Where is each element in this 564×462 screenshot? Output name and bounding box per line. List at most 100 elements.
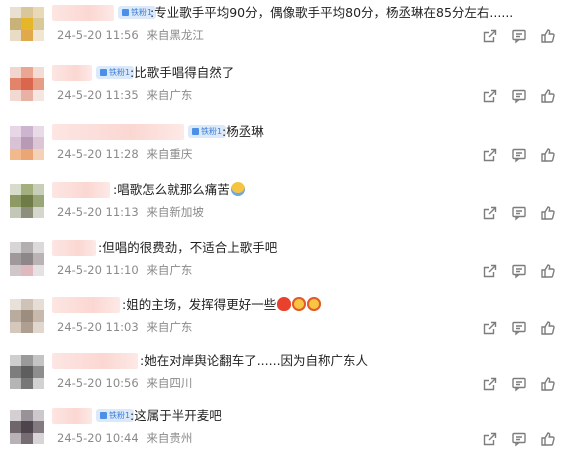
share-icon[interactable]: [482, 147, 498, 163]
comment-meta: 24-5-20 11:13 来自新加坡: [57, 203, 204, 221]
cheer-face-emoji-icon: [292, 297, 307, 311]
comment-item: :唱歌怎么就那么痛苦 24-5-20 11:13 来自新加坡: [0, 179, 564, 236]
fan-badge: 铁粉1: [96, 409, 135, 422]
username-blurred[interactable]: [52, 408, 92, 424]
comment-time: 11:35: [105, 88, 139, 102]
comment-date: 24-5-20: [57, 147, 102, 161]
avatar[interactable]: [10, 355, 44, 389]
comment-date: 24-5-20: [57, 28, 102, 42]
fan-badge: 铁粉1: [96, 66, 135, 79]
like-icon[interactable]: [540, 147, 556, 163]
share-icon[interactable]: [482, 205, 498, 221]
comment-icon[interactable]: [511, 205, 527, 221]
comment-meta: 24-5-20 11:56 来自黑龙江: [57, 26, 204, 44]
cheer-face-emoji-icon: [307, 297, 322, 311]
comment-text: :姐的主场，发挥得更好一些: [122, 295, 322, 315]
like-icon[interactable]: [540, 28, 556, 44]
username-blurred[interactable]: [52, 240, 96, 256]
comment-item: :她在对岸舆论翻车了......因为自称广东人 24-5-20 10:56 来自…: [0, 350, 564, 407]
comment-location: 来自四川: [146, 376, 193, 390]
like-icon[interactable]: [540, 88, 556, 104]
comment-item: 铁粉1 :专业歌手平均90分，偶像歌手平均80分，杨丞琳在85分左右......…: [0, 2, 564, 59]
comment-meta: 24-5-20 10:56 来自四川: [57, 374, 192, 392]
badge-icon: [100, 412, 107, 419]
fan-badge: 铁粉1: [188, 125, 227, 138]
comment-text: :这属于半开麦吧: [130, 408, 222, 423]
comment-icon[interactable]: [511, 88, 527, 104]
comment-time: 10:44: [105, 431, 139, 445]
avatar[interactable]: [10, 299, 44, 333]
username-blurred[interactable]: [52, 353, 138, 369]
comment-date: 24-5-20: [57, 320, 102, 334]
comment-text: :她在对岸舆论翻车了......因为自称广东人: [140, 353, 369, 368]
comment-item: :但唱的很费劲，不适合上歌手吧 24-5-20 11:10 来自广东: [0, 237, 564, 294]
comment-time: 11:56: [105, 28, 139, 42]
comment-text: :但唱的很费劲，不适合上歌手吧: [98, 240, 278, 255]
comment-actions: [482, 205, 556, 221]
badge-icon: [192, 128, 199, 135]
comment-date: 24-5-20: [57, 431, 102, 445]
badge-icon: [100, 69, 107, 76]
share-icon[interactable]: [482, 320, 498, 336]
comment-icon[interactable]: [511, 28, 527, 44]
comment-icon[interactable]: [511, 320, 527, 336]
username-blurred[interactable]: [52, 297, 120, 313]
comment-time: 11:03: [105, 320, 139, 334]
avatar[interactable]: [10, 410, 44, 444]
like-icon[interactable]: [540, 376, 556, 392]
comment-actions: [482, 88, 556, 104]
comment-location: 来自广东: [146, 88, 193, 102]
comment-date: 24-5-20: [57, 263, 102, 277]
comment-location: 来自广东: [146, 320, 193, 334]
username-blurred[interactable]: [52, 182, 110, 198]
like-icon[interactable]: [540, 431, 556, 447]
comment-text: :唱歌怎么就那么痛苦: [113, 180, 245, 200]
comment-date: 24-5-20: [57, 376, 102, 390]
share-icon[interactable]: [482, 88, 498, 104]
comment-date: 24-5-20: [57, 205, 102, 219]
comment-icon[interactable]: [511, 263, 527, 279]
comment-meta: 24-5-20 11:03 来自广东: [57, 318, 192, 336]
heart-emoji-icon: [277, 297, 292, 311]
comment-actions: [482, 320, 556, 336]
avatar[interactable]: [10, 242, 44, 276]
username-blurred[interactable]: [52, 65, 92, 81]
avatar[interactable]: [10, 126, 44, 160]
comment-item: 铁粉1 :这属于半开麦吧 24-5-20 10:44 来自贵州: [0, 405, 564, 462]
comment-time: 11:10: [105, 263, 139, 277]
avatar[interactable]: [10, 67, 44, 101]
share-icon[interactable]: [482, 376, 498, 392]
comment-actions: [482, 28, 556, 44]
comment-location: 来自重庆: [146, 147, 193, 161]
comment-location: 来自广东: [146, 263, 193, 277]
like-icon[interactable]: [540, 263, 556, 279]
username-blurred[interactable]: [52, 5, 114, 21]
sweat-smile-emoji-icon: [230, 182, 245, 196]
comment-item: 铁粉1 :杨丞琳 24-5-20 11:28 来自重庆: [0, 121, 564, 178]
username-blurred[interactable]: [52, 124, 184, 140]
share-icon[interactable]: [482, 263, 498, 279]
comment-icon[interactable]: [511, 147, 527, 163]
comment-location: 来自贵州: [146, 431, 193, 445]
comment-meta: 24-5-20 10:44 来自贵州: [57, 429, 192, 447]
comment-date: 24-5-20: [57, 88, 102, 102]
comment-meta: 24-5-20 11:35 来自广东: [57, 86, 192, 104]
share-icon[interactable]: [482, 28, 498, 44]
avatar[interactable]: [10, 7, 44, 41]
comment-meta: 24-5-20 11:10 来自广东: [57, 261, 192, 279]
comment-time: 11:28: [105, 147, 139, 161]
avatar[interactable]: [10, 184, 44, 218]
badge-icon: [122, 9, 129, 16]
comment-meta: 24-5-20 11:28 来自重庆: [57, 145, 192, 163]
comment-icon[interactable]: [511, 376, 527, 392]
comment-icon[interactable]: [511, 431, 527, 447]
comment-actions: [482, 431, 556, 447]
comment-actions: [482, 147, 556, 163]
comment-location: 来自黑龙江: [146, 28, 204, 42]
share-icon[interactable]: [482, 431, 498, 447]
like-icon[interactable]: [540, 320, 556, 336]
comment-location: 来自新加坡: [146, 205, 204, 219]
like-icon[interactable]: [540, 205, 556, 221]
comment-item: :姐的主场，发挥得更好一些 24-5-20 11:03 来自广东: [0, 294, 564, 351]
comment-actions: [482, 263, 556, 279]
